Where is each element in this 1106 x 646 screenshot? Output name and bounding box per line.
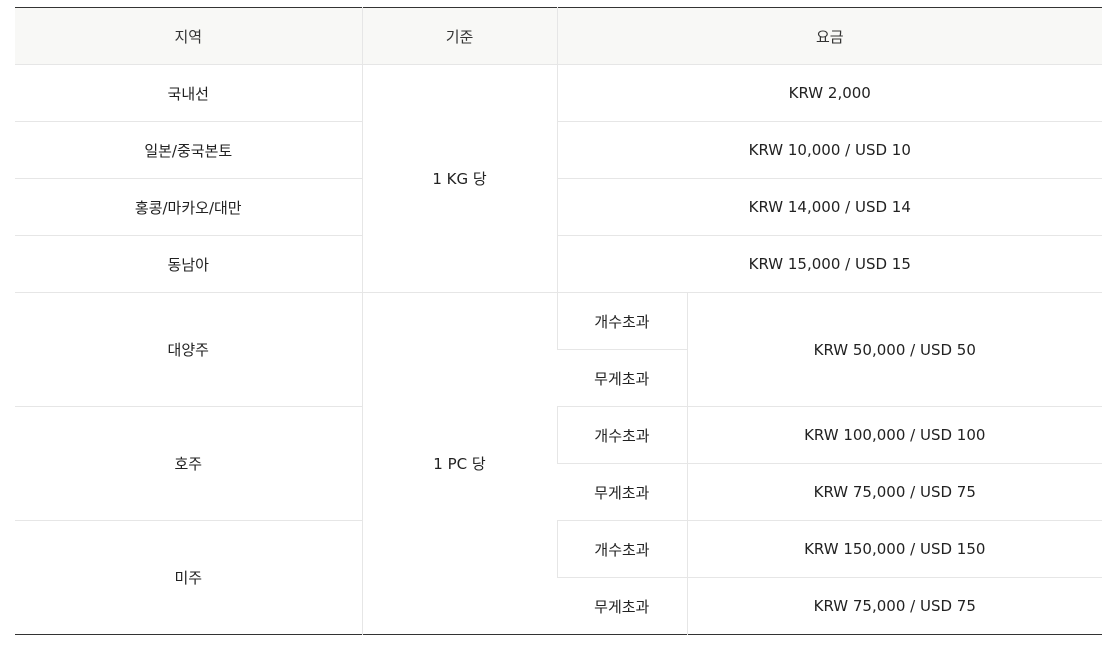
region-cell: 홍콩/마카오/대만 (15, 178, 362, 236)
table-row: 대양주 1 PC 당 개수초과 KRW 50,000 / USD 50 (15, 292, 1103, 635)
table-row: 국내선 1 KG 당 KRW 2,000 (15, 64, 1103, 293)
header-region: 지역 (15, 7, 362, 65)
region-cell: 일본/중국본토 (15, 121, 362, 179)
fee-cell: KRW 50,000 / USD 50 (686, 292, 1103, 407)
fee-cell: KRW 75,000 / USD 75 (686, 577, 1103, 635)
table-row: 홍콩/마카오/대만 KRW 14,000 / USD 14 (15, 178, 1103, 236)
region-cell: 동남아 (15, 235, 362, 293)
excess-type-cell: 무게초과 (557, 349, 687, 407)
header-fee: 요금 (556, 7, 1103, 65)
fee-cell: KRW 150,000 / USD 150 (686, 520, 1103, 578)
excess-type-cell: 개수초과 (556, 406, 687, 464)
excess-type-cell: 개수초과 (556, 292, 687, 350)
region-cell: 미주 (15, 520, 362, 635)
table-row: 일본/중국본토 KRW 10,000 / USD 10 (15, 121, 1103, 179)
region-cell: 국내선 (15, 64, 362, 122)
fee-cell: KRW 10,000 / USD 10 (556, 121, 1103, 179)
excess-type-cell: 무게초과 (557, 577, 687, 635)
basis-cell: 1 PC 당 (361, 292, 557, 635)
fee-cell: KRW 75,000 / USD 75 (686, 463, 1103, 521)
region-cell: 호주 (15, 406, 362, 521)
table-row: 미주 개수초과 KRW 150,000 / USD 150 (15, 520, 1103, 635)
fee-cell: KRW 100,000 / USD 100 (686, 406, 1103, 464)
baggage-fee-table: 지역 기준 요금 국내선 1 KG 당 KRW 2,000 일본/중국본토 KR… (15, 7, 1103, 635)
excess-type-cell: 개수초과 (556, 520, 687, 578)
fee-cell: KRW 2,000 (556, 64, 1103, 122)
header-basis: 기준 (361, 7, 557, 65)
header-row: 지역 기준 요금 (15, 7, 1103, 65)
fee-cell: KRW 14,000 / USD 14 (556, 178, 1103, 236)
table-row: 동남아 KRW 15,000 / USD 15 (15, 235, 1103, 293)
fee-cell: KRW 15,000 / USD 15 (556, 235, 1103, 293)
region-cell: 대양주 (15, 292, 362, 407)
table-row: 호주 개수초과 KRW 100,000 / USD 100 (15, 406, 1103, 521)
basis-cell: 1 KG 당 (361, 64, 557, 293)
excess-type-cell: 무게초과 (557, 463, 687, 521)
